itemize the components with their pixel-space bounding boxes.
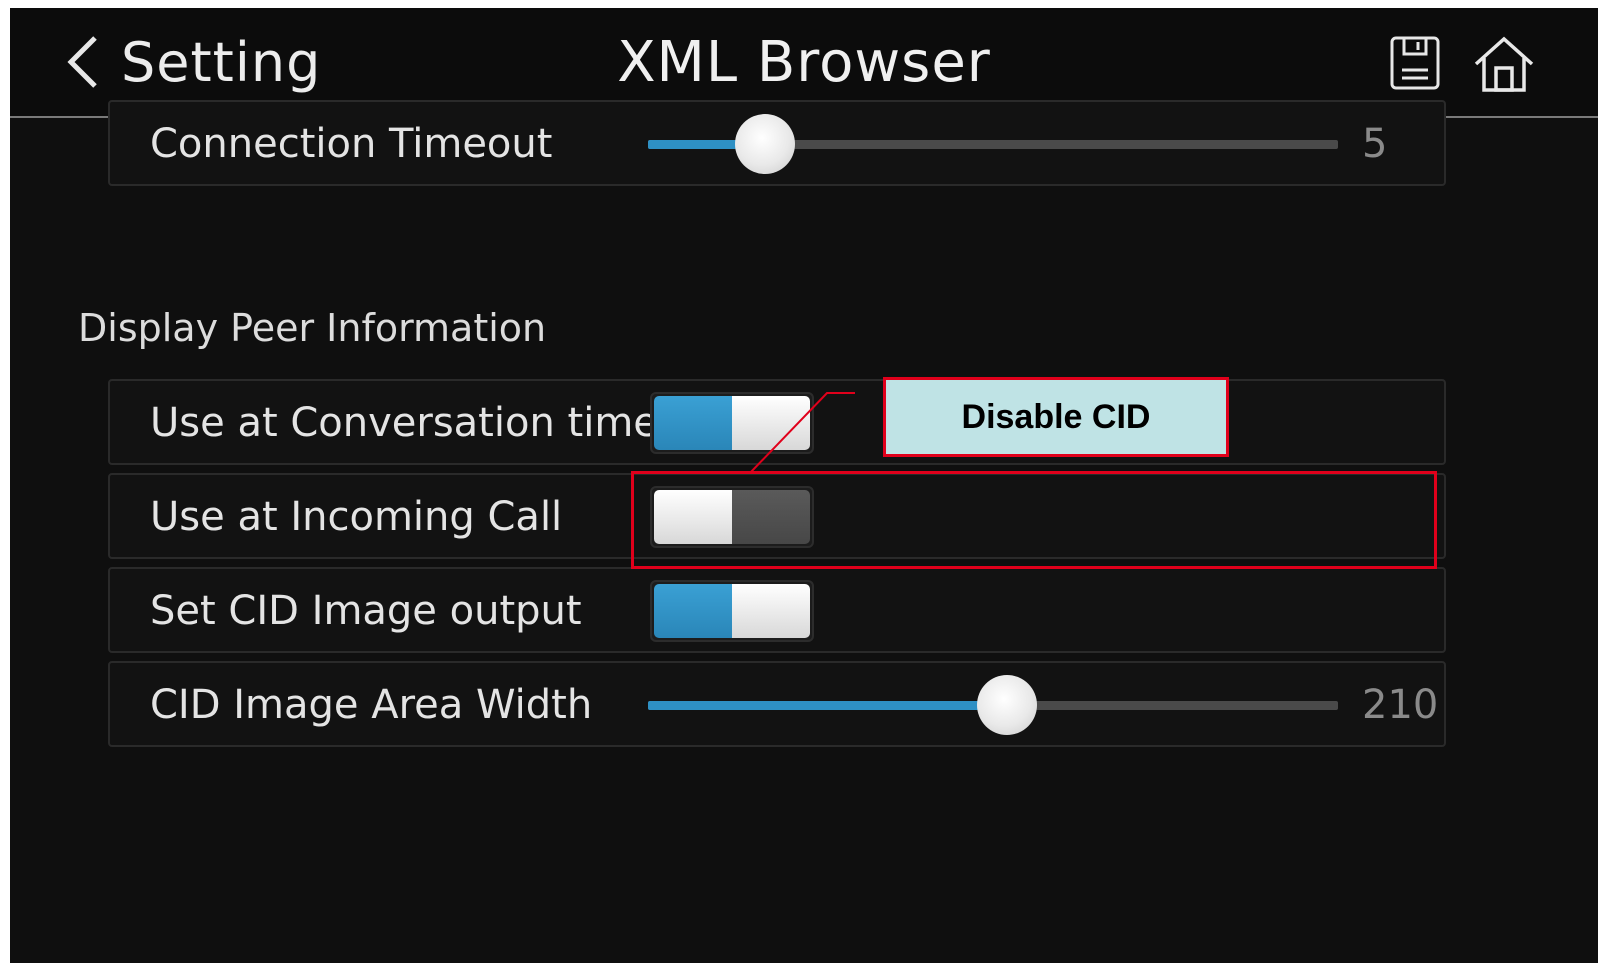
annotation-highlight-box [631, 471, 1437, 569]
slider-thumb[interactable] [977, 675, 1037, 735]
connection-timeout-label: Connection Timeout [150, 121, 553, 167]
cid-image-output-row: Set CID Image output [108, 567, 1446, 653]
home-icon[interactable] [1472, 34, 1536, 98]
cid-image-area-width-slider[interactable] [648, 663, 1338, 747]
incoming-call-label: Use at Incoming Call [150, 494, 563, 540]
annotation-callout: Disable CID [883, 377, 1229, 457]
connection-timeout-value: 5 [1362, 121, 1388, 167]
connection-timeout-slider[interactable] [648, 102, 1338, 186]
app-screen: Setting XML Browser Connection Timeout 5… [10, 8, 1598, 963]
cid-image-output-toggle[interactable] [650, 580, 814, 642]
slider-thumb[interactable] [735, 114, 795, 174]
cid-image-area-width-label: CID Image Area Width [150, 682, 593, 728]
save-icon[interactable] [1388, 34, 1444, 96]
cid-image-output-label: Set CID Image output [150, 588, 582, 634]
conversation-time-toggle[interactable] [650, 392, 814, 454]
cid-image-area-width-value: 210 [1362, 682, 1439, 728]
conversation-time-label: Use at Conversation time [150, 400, 658, 446]
cid-image-area-width-row: CID Image Area Width 210 [108, 661, 1446, 747]
slider-fill [648, 701, 1007, 710]
section-title: Display Peer Information [78, 306, 547, 350]
conversation-time-row: Use at Conversation time [108, 379, 1446, 465]
page-title: XML Browser [617, 30, 991, 95]
connection-timeout-row: Connection Timeout 5 [108, 100, 1446, 186]
